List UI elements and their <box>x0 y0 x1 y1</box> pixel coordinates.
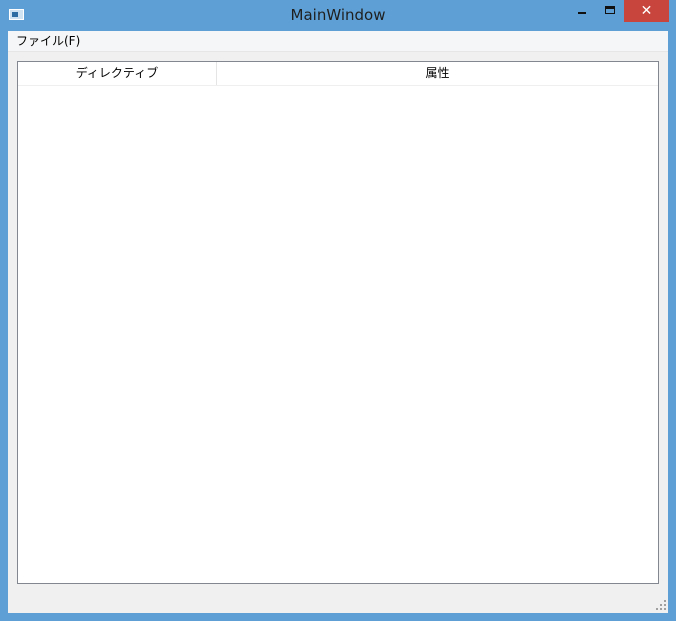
resize-grip-icon[interactable] <box>656 600 666 610</box>
directive-table[interactable]: ディレクティブ 属性 <box>17 61 659 584</box>
minimize-button[interactable] <box>570 0 595 22</box>
title-bar[interactable]: MainWindow ✕ <box>0 0 676 31</box>
close-button[interactable]: ✕ <box>624 0 669 22</box>
client-area: ファイル(F) ディレクティブ 属性 <box>8 31 668 613</box>
menu-file[interactable]: ファイル(F) <box>10 32 86 50</box>
column-header-directive[interactable]: ディレクティブ <box>18 62 217 85</box>
menu-bar: ファイル(F) <box>8 31 668 52</box>
main-window: MainWindow ✕ ファイル(F) ディレクティブ 属性 <box>0 0 676 621</box>
table-header: ディレクティブ 属性 <box>18 62 658 86</box>
maximize-button[interactable] <box>597 0 622 22</box>
close-icon: ✕ <box>640 3 653 19</box>
column-header-attribute[interactable]: 属性 <box>217 62 658 85</box>
maximize-icon <box>605 6 615 14</box>
minimize-icon <box>578 12 586 14</box>
